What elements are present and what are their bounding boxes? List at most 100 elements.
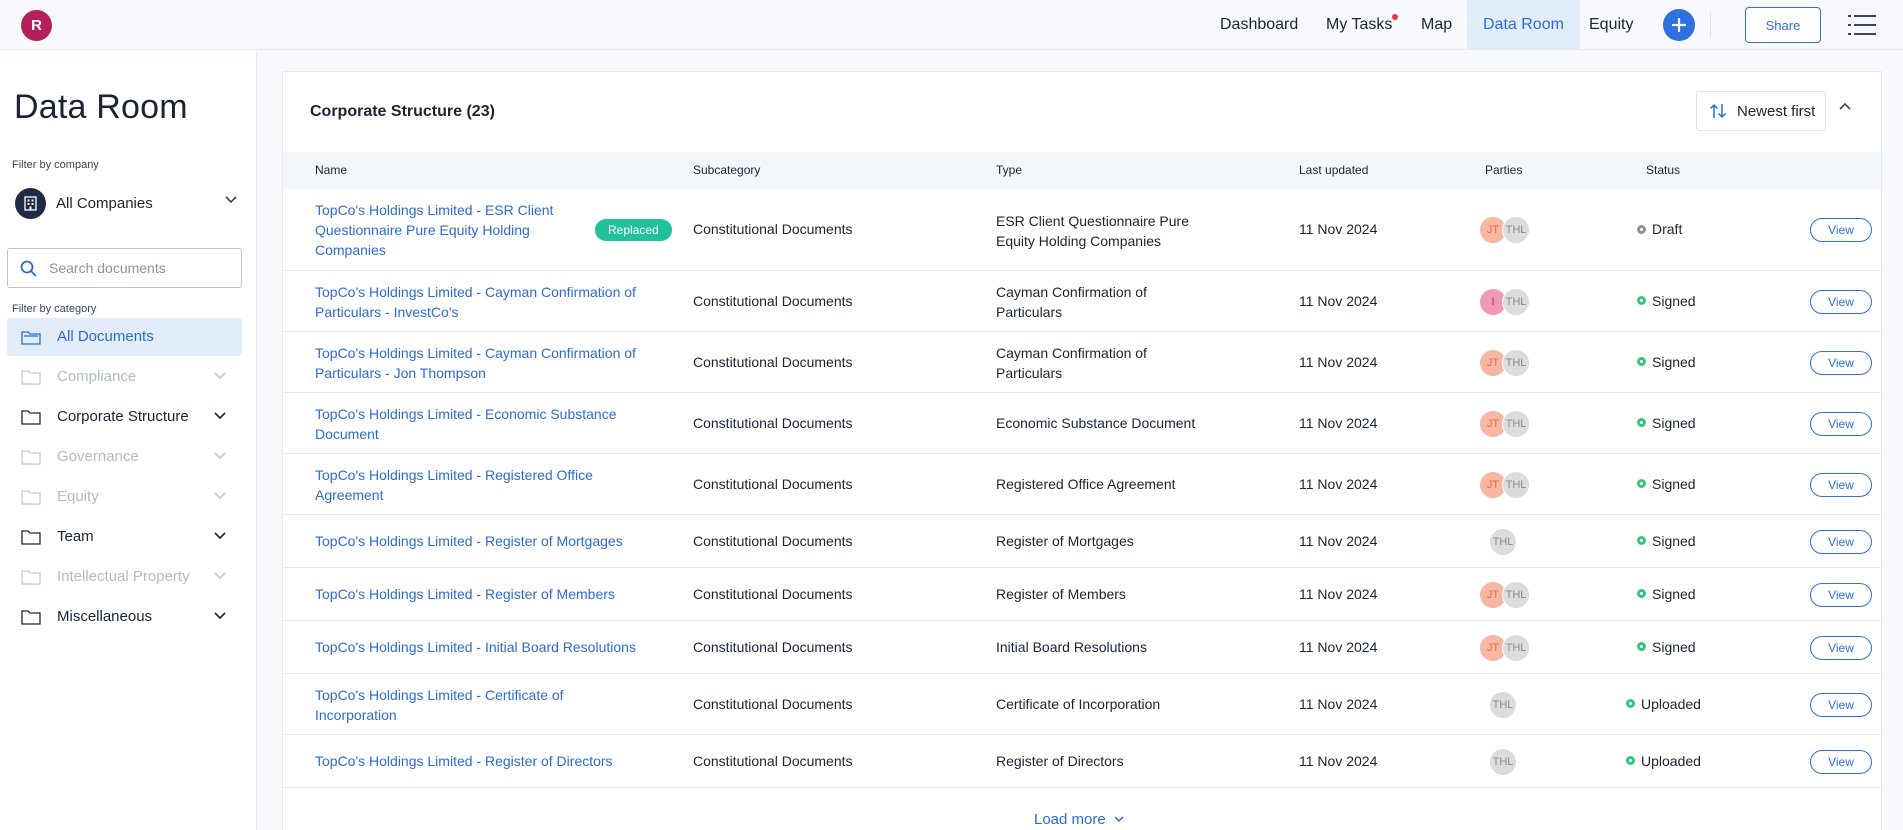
category-governance[interactable]: Governance [7, 438, 242, 476]
view-button[interactable]: View [1810, 350, 1872, 375]
load-more-label: Load more [1034, 811, 1106, 828]
user-avatar[interactable]: R [21, 10, 52, 41]
status-cell: Signed [1637, 354, 1696, 370]
view-button[interactable]: View [1810, 411, 1872, 436]
parties-cell: JT THL [1479, 580, 1539, 609]
document-link[interactable]: TopCo's Holdings Limited - Register of D… [315, 751, 675, 771]
nav-data-room[interactable]: Data Room [1467, 0, 1580, 50]
category-label: Intellectual Property [57, 568, 190, 585]
type-cell: Initial Board Resolutions [996, 639, 1147, 655]
document-link[interactable]: TopCo's Holdings Limited - Economic Subs… [315, 404, 655, 444]
chevron-down-icon [214, 572, 226, 580]
menu-list-icon[interactable] [1848, 13, 1876, 37]
document-link[interactable]: TopCo's Holdings Limited - Register of M… [315, 531, 675, 551]
document-link[interactable]: TopCo's Holdings Limited - Initial Board… [315, 637, 695, 657]
chevron-down-icon [214, 452, 226, 460]
view-button[interactable]: View [1810, 472, 1872, 497]
status-dot-icon [1626, 756, 1635, 765]
type-cell: Cayman Confirmation of Particulars [996, 284, 1147, 320]
status-dot-icon [1637, 296, 1646, 305]
status-label: Signed [1652, 292, 1696, 309]
column-last-updated: Last updated [1299, 163, 1369, 177]
table-row: TopCo's Holdings Limited - Cayman Confir… [283, 332, 1881, 393]
party-avatar[interactable]: THL [1489, 690, 1517, 719]
status-label: Draft [1652, 221, 1683, 237]
nav-equity[interactable]: Equity [1589, 0, 1633, 50]
nav-map[interactable]: Map [1421, 0, 1452, 50]
parties-cell: THL [1479, 527, 1539, 556]
party-avatar[interactable]: THL [1489, 527, 1517, 556]
date-cell: 11 Nov 2024 [1299, 585, 1378, 602]
type-cell: Cayman Confirmation of Particulars [996, 345, 1147, 381]
view-button[interactable]: View [1810, 289, 1872, 314]
parties-cell: JT THL [1479, 216, 1539, 244]
document-link[interactable]: TopCo's Holdings Limited - Cayman Confir… [315, 343, 675, 383]
subcategory-cell: Constitutional Documents [693, 475, 853, 492]
status-label: Signed [1652, 353, 1696, 370]
document-link[interactable]: TopCo's Holdings Limited - Register of M… [315, 584, 675, 604]
document-link[interactable]: TopCo's Holdings Limited - Certificate o… [315, 685, 615, 725]
status-label: Signed [1652, 475, 1696, 492]
add-button[interactable] [1663, 9, 1695, 41]
date-cell: 11 Nov 2024 [1299, 353, 1378, 370]
status-cell: Uploaded [1626, 696, 1701, 712]
party-avatar[interactable]: THL [1502, 409, 1530, 438]
category-label: Equity [57, 488, 99, 505]
load-more-button[interactable]: Load more [1034, 811, 1124, 828]
folder-icon [21, 490, 41, 505]
party-avatar[interactable]: THL [1489, 747, 1517, 776]
party-avatar[interactable]: THL [1502, 633, 1530, 662]
party-avatar[interactable]: THL [1502, 287, 1530, 316]
status-dot-icon [1626, 699, 1635, 708]
category-equity[interactable]: Equity [7, 478, 242, 516]
party-avatar[interactable]: THL [1502, 348, 1530, 377]
view-button[interactable]: View [1810, 529, 1872, 554]
user-avatar-initial: R [31, 17, 42, 34]
sidebar: Data Room Filter by company All Companie… [0, 51, 257, 830]
type-cell: Register of Mortgages [996, 533, 1134, 549]
chevron-up-icon[interactable] [1839, 102, 1851, 110]
party-avatar[interactable]: THL [1502, 470, 1530, 499]
search-input[interactable] [49, 258, 234, 278]
section-title: Corporate Structure (23) [310, 103, 495, 120]
view-button[interactable]: View [1810, 749, 1872, 774]
column-parties: Parties [1485, 163, 1523, 177]
subcategory-cell: Constitutional Documents [693, 532, 853, 549]
status-cell: Signed [1637, 476, 1696, 492]
nav-my-tasks[interactable]: My Tasks [1326, 0, 1398, 50]
subcategory-cell: Constitutional Documents [693, 414, 853, 431]
document-link[interactable]: TopCo's Holdings Limited - Registered Of… [315, 465, 655, 505]
category-corporate-structure[interactable]: Corporate Structure [7, 398, 242, 436]
nav-dashboard[interactable]: Dashboard [1220, 0, 1298, 50]
view-button[interactable]: View [1810, 692, 1872, 717]
table-row: TopCo's Holdings Limited - ESR Client Qu… [283, 189, 1881, 271]
chevron-down-icon [214, 492, 226, 500]
sort-button[interactable]: Newest first [1696, 91, 1826, 131]
status-dot-icon [1637, 224, 1646, 234]
document-link[interactable]: TopCo's Holdings Limited - ESR Client Qu… [315, 200, 595, 260]
company-name: All Companies [56, 194, 153, 212]
status-cell: Signed [1637, 415, 1696, 431]
share-button[interactable]: Share [1745, 7, 1821, 43]
status-label: Signed [1652, 585, 1696, 602]
table-row: TopCo's Holdings Limited - Register of M… [283, 515, 1881, 568]
status-cell: Uploaded [1626, 753, 1701, 769]
category-team[interactable]: Team [7, 518, 242, 556]
category-all-documents[interactable]: All Documents [7, 318, 242, 356]
folder-icon [21, 331, 41, 345]
document-link[interactable]: TopCo's Holdings Limited - Cayman Confir… [315, 282, 675, 322]
view-button[interactable]: View [1810, 635, 1872, 660]
chevron-down-icon [214, 532, 226, 540]
party-avatar[interactable]: THL [1502, 580, 1530, 609]
filter-company-label: Filter by company [12, 159, 99, 171]
category-miscellaneous[interactable]: Miscellaneous [7, 598, 242, 636]
party-avatar[interactable]: THL [1502, 216, 1530, 244]
category-compliance[interactable]: Compliance [7, 358, 242, 396]
company-selector[interactable]: All Companies [15, 186, 237, 220]
category-intellectual-property[interactable]: Intellectual Property [7, 558, 242, 596]
date-cell: 11 Nov 2024 [1299, 475, 1378, 492]
view-button[interactable]: View [1810, 218, 1872, 242]
view-button[interactable]: View [1810, 582, 1872, 607]
column-subcategory: Subcategory [693, 163, 761, 177]
parties-cell: I THL [1479, 287, 1539, 316]
